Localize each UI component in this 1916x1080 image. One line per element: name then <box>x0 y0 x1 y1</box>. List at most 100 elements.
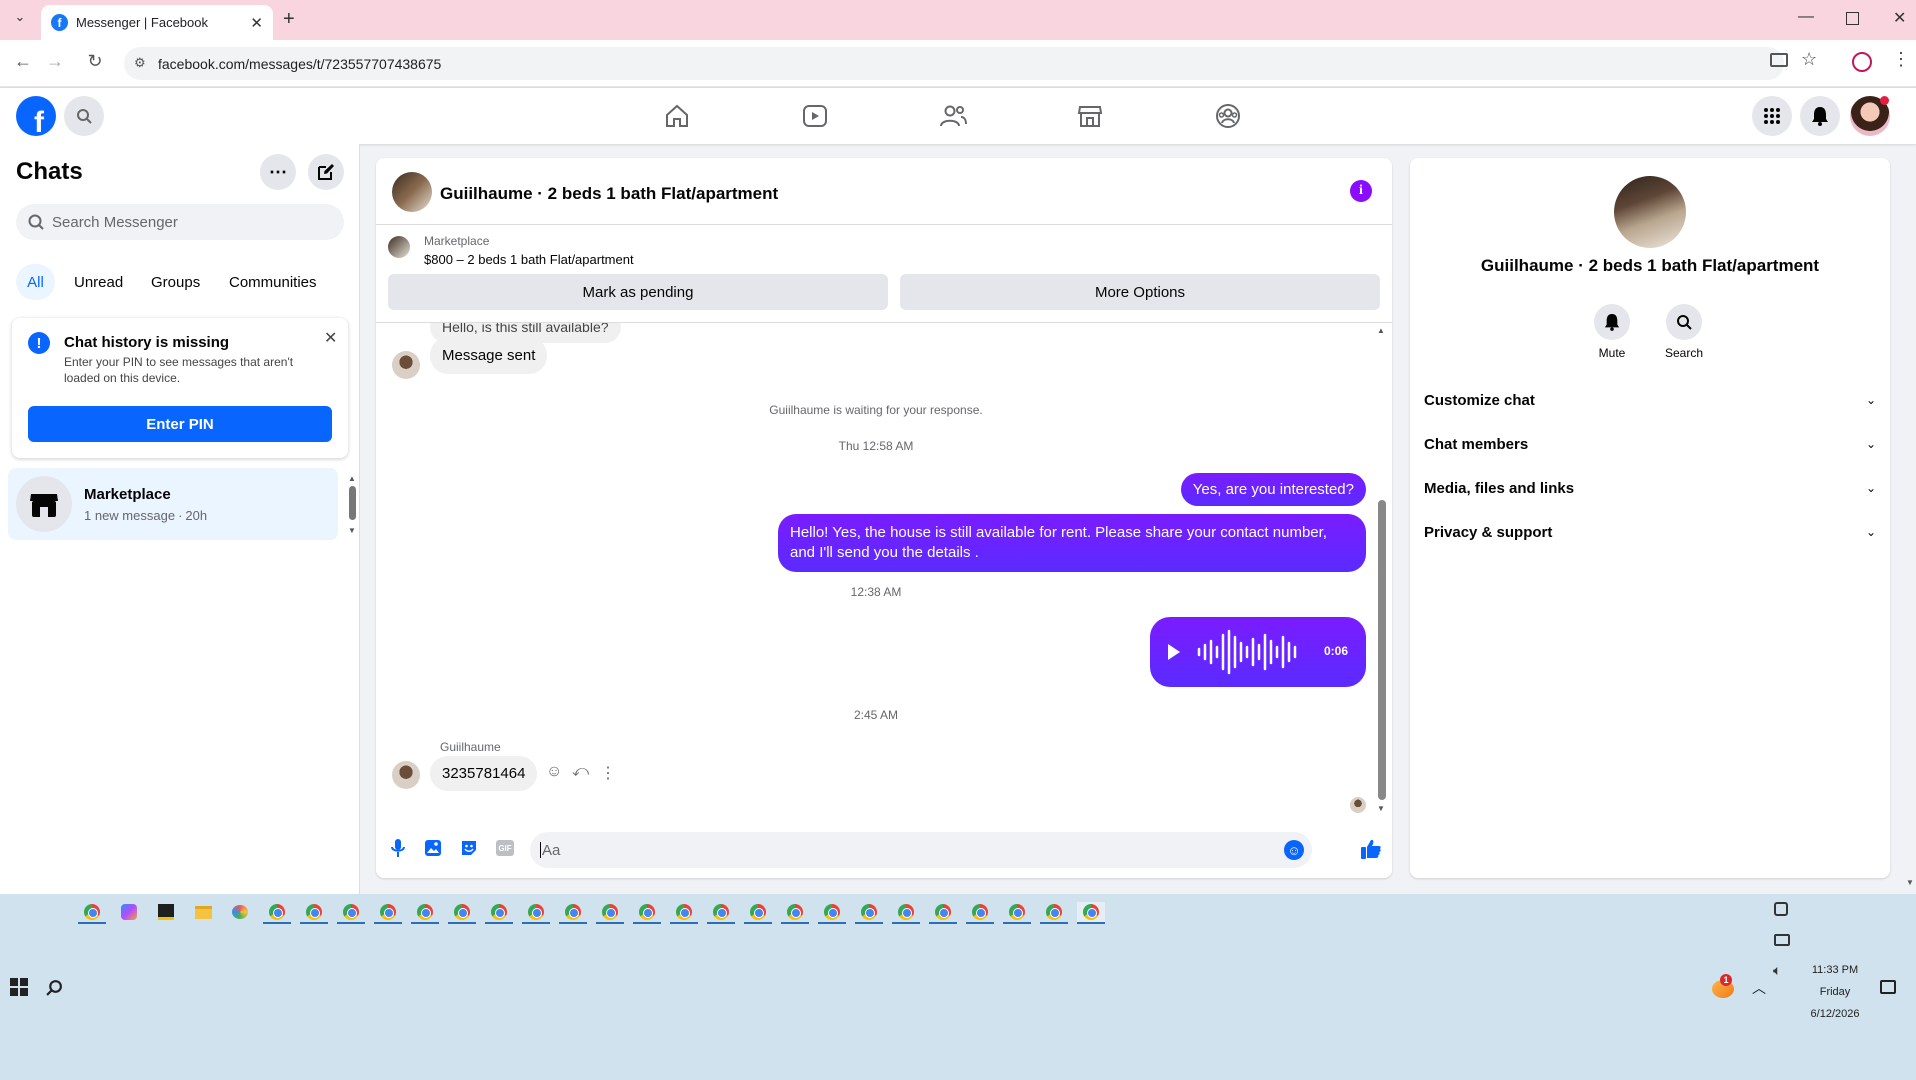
tray-display-icon[interactable] <box>1774 934 1790 946</box>
search-in-chat-icon[interactable] <box>1666 304 1702 340</box>
taskbar-terminal-icon[interactable] <box>152 902 180 924</box>
emoji-icon[interactable]: ☺ <box>1284 840 1304 860</box>
message-bubble-incoming[interactable]: 3235781464 <box>430 756 538 791</box>
listing-avatar[interactable] <box>392 172 432 212</box>
taskbar-chrome-icon[interactable] <box>707 902 735 924</box>
taskbar-chrome-icon[interactable] <box>522 902 550 924</box>
taskbar-chrome-icon[interactable] <box>1003 902 1031 924</box>
taskbar-chrome-icon[interactable] <box>411 902 439 924</box>
tray-device-icon[interactable] <box>1774 902 1788 916</box>
section-customize-chat[interactable]: Customize chat ⌄ <box>1424 382 1876 418</box>
search-messenger-input[interactable]: Search Messenger <box>16 204 344 240</box>
taskbar-chrome-icon[interactable] <box>633 902 661 924</box>
attach-photo-icon[interactable] <box>424 839 442 857</box>
taskbar-chrome-icon[interactable] <box>818 902 846 924</box>
section-media-files-links[interactable]: Media, files and links ⌄ <box>1424 470 1876 506</box>
taskbar-chrome-icon[interactable] <box>670 902 698 924</box>
reload-icon[interactable]: ↻ <box>82 51 108 72</box>
filter-groups[interactable]: Groups <box>151 274 200 291</box>
more-options-button[interactable]: More Options <box>900 274 1380 310</box>
page-scroll-down-arrow[interactable]: ▼ <box>1906 878 1914 887</box>
taskbar-chrome-icon-active[interactable] <box>1077 902 1105 924</box>
bookmark-star-icon[interactable]: ☆ <box>1801 49 1817 70</box>
taskbar-chrome-icon[interactable] <box>337 902 365 924</box>
mute-bell-icon[interactable] <box>1594 304 1630 340</box>
notification-center-icon[interactable] <box>1880 980 1896 994</box>
taskbar-chrome-icon[interactable] <box>485 902 513 924</box>
gif-icon[interactable]: GIF <box>496 840 514 856</box>
taskbar-file-explorer-icon[interactable] <box>189 902 217 924</box>
friends-icon[interactable] <box>925 98 981 134</box>
more-options-icon[interactable]: ⋯ <box>260 154 296 190</box>
close-window-icon[interactable]: ✕ <box>1893 8 1906 28</box>
microphone-icon[interactable] <box>390 838 406 858</box>
enter-pin-button[interactable]: Enter PIN <box>28 406 332 442</box>
sticker-icon[interactable] <box>460 839 478 857</box>
new-tab-icon[interactable]: + <box>283 8 295 31</box>
section-privacy-support[interactable]: Privacy & support ⌄ <box>1424 514 1876 550</box>
tray-chevron-up-icon[interactable]: ︿ <box>1752 978 1766 998</box>
groups-icon[interactable] <box>1200 98 1256 134</box>
scroll-up-arrow[interactable]: ▲ <box>348 474 356 483</box>
forward-icon[interactable]: → <box>42 51 68 72</box>
message-bubble-incoming[interactable]: Message sent <box>430 337 548 374</box>
sidebar-scrollbar-thumb[interactable] <box>349 486 356 520</box>
scroll-down-arrow[interactable]: ▼ <box>348 526 356 535</box>
browser-menu-icon[interactable]: ⋮ <box>1892 49 1910 70</box>
taskbar-chrome-icon[interactable] <box>78 902 106 924</box>
restore-window-icon[interactable] <box>1846 12 1859 25</box>
install-app-icon[interactable] <box>1770 53 1788 67</box>
voice-message[interactable]: 0:06 <box>1150 617 1366 687</box>
taskbar-chrome-icon[interactable] <box>300 902 328 924</box>
menu-grid-icon[interactable] <box>1752 96 1792 136</box>
taskbar-chrome-icon[interactable] <box>744 902 772 924</box>
taskbar-chrome-icon[interactable] <box>781 902 809 924</box>
taskbar-chrome-icon[interactable] <box>892 902 920 924</box>
chat-list-item[interactable]: Marketplace 1 new message · 20h <box>8 468 338 540</box>
minimize-window-icon[interactable]: — <box>1798 8 1814 26</box>
like-thumbs-up-icon[interactable] <box>1360 838 1382 860</box>
back-icon[interactable]: ← <box>10 51 36 72</box>
taskbar-chrome-icon[interactable] <box>596 902 624 924</box>
browser-tab[interactable]: f Messenger | Facebook ✕ <box>41 5 273 40</box>
marketplace-icon[interactable] <box>1062 98 1118 134</box>
play-icon[interactable] <box>1168 644 1180 660</box>
tab-list-dropdown-icon[interactable]: ⌄ <box>8 9 32 31</box>
profile-icon[interactable] <box>1852 52 1872 72</box>
taskbar-chrome-icon[interactable] <box>374 902 402 924</box>
section-chat-members[interactable]: Chat members ⌄ <box>1424 426 1876 462</box>
taskbar-chrome-icon[interactable] <box>263 902 291 924</box>
notifications-bell-icon[interactable] <box>1800 96 1840 136</box>
message-bubble-outgoing[interactable]: Yes, are you interested? <box>1180 473 1366 506</box>
message-more-icon[interactable]: ⋮ <box>600 763 616 783</box>
video-icon[interactable] <box>787 98 843 134</box>
contact-avatar[interactable] <box>1614 176 1686 248</box>
close-tab-icon[interactable]: ✕ <box>250 14 263 32</box>
taskbar-chrome-icon[interactable] <box>1040 902 1068 924</box>
scroll-up-arrow[interactable]: ▲ <box>1377 326 1385 335</box>
home-icon[interactable] <box>649 98 705 134</box>
site-info-icon[interactable]: ⚙ <box>134 55 146 71</box>
filter-all[interactable]: All <box>16 264 55 300</box>
search-icon[interactable] <box>64 96 104 136</box>
messages-scrollbar-thumb[interactable] <box>1378 500 1386 800</box>
clock[interactable]: 11:33 PM Friday 6/12/2026 <box>1800 959 1870 1025</box>
taskbar-chrome-icon[interactable] <box>448 902 476 924</box>
mark-as-pending-button[interactable]: Mark as pending <box>388 274 888 310</box>
taskbar-search-icon[interactable] <box>46 979 63 996</box>
taskbar-chrome-icon[interactable] <box>855 902 883 924</box>
message-bubble-outgoing[interactable]: Hello! Yes, the house is still available… <box>778 514 1366 572</box>
listing-text[interactable]: $800 – 2 beds 1 bath Flat/apartment <box>424 252 634 267</box>
new-message-icon[interactable] <box>308 154 344 190</box>
address-bar[interactable]: ⚙ facebook.com/messages/t/72355770743867… <box>124 47 1784 80</box>
scroll-down-arrow[interactable]: ▼ <box>1377 804 1385 813</box>
conversation-info-icon[interactable]: i <box>1350 180 1372 202</box>
taskbar-chrome-icon[interactable] <box>929 902 957 924</box>
facebook-logo-icon[interactable]: f <box>16 96 56 136</box>
taskbar-chrome-icon[interactable] <box>966 902 994 924</box>
filter-communities[interactable]: Communities <box>229 274 317 291</box>
reply-icon[interactable]: ⤺ <box>572 763 589 781</box>
close-notice-icon[interactable]: ✕ <box>324 328 337 348</box>
volume-icon[interactable]: 🔈︎ <box>1773 962 1781 979</box>
message-input[interactable]: Aa ☺ <box>530 832 1312 868</box>
